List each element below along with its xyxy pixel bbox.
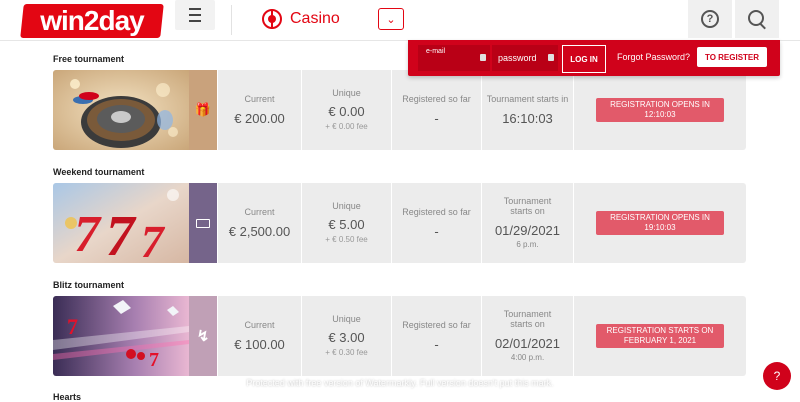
menu-button[interactable] xyxy=(175,0,215,30)
hamburger-icon xyxy=(189,6,201,24)
casino-nav[interactable]: Casino xyxy=(262,8,340,30)
blitz-thumbnail: 7 7 xyxy=(53,296,189,376)
search-button[interactable] xyxy=(735,0,779,38)
login-button[interactable]: LOG IN xyxy=(562,45,606,73)
tournament-badge: ↯ xyxy=(189,296,217,376)
unique-column: Unique € 0.00 + € 0.00 fee xyxy=(301,70,391,150)
tournament-card[interactable]: 7 7 ↯ Current € 100.00 Unique € 3.00 + €… xyxy=(53,296,746,376)
chat-button[interactable]: ? xyxy=(763,362,791,390)
forgot-password-link[interactable]: Forgot Password? xyxy=(617,52,690,62)
email-placeholder: e-mail xyxy=(426,48,446,55)
start-column: Tournament starts in 16:10:03 xyxy=(481,70,573,150)
tournament-card[interactable]: 7 7 7 Current € 2,500.00 Unique € 5.00 +… xyxy=(53,183,746,263)
registered-value: - xyxy=(434,111,439,126)
section-title: Free tournament xyxy=(53,54,125,64)
gift-icon: 🎁 xyxy=(194,102,212,117)
current-value: € 2,500.00 xyxy=(228,224,291,239)
current-prize-column: Current € 200.00 xyxy=(217,70,301,150)
start-column: Tournament starts on 01/29/2021 6 p.m. xyxy=(481,183,573,263)
login-panel: e-mail password LOG IN Forgot Password? … xyxy=(408,40,780,76)
unique-label: Unique xyxy=(332,314,361,324)
registered-label: Registered so far xyxy=(402,320,471,330)
registered-column: Registered so far - xyxy=(391,296,481,376)
unique-fee: + € 0.00 fee xyxy=(325,122,368,131)
registered-value: - xyxy=(434,337,439,352)
slot-777-thumbnail: 7 7 7 xyxy=(53,183,189,263)
unique-label: Unique xyxy=(332,201,361,211)
action-column: REGISTRATION OPENS IN 19:10:03 xyxy=(573,183,746,263)
password-field[interactable]: password xyxy=(492,45,558,71)
roulette-icon xyxy=(262,9,282,29)
casino-label: Casino xyxy=(290,10,340,27)
current-value: € 200.00 xyxy=(234,111,285,126)
start-label: Tournament starts in xyxy=(486,94,569,104)
unique-column: Unique € 3.00 + € 0.30 fee xyxy=(301,296,391,376)
registered-column: Registered so far - xyxy=(391,183,481,263)
current-label: Current xyxy=(244,94,275,104)
watermark-notice: Protected with free version of Watermark… xyxy=(246,378,554,388)
unique-fee: + € 0.50 fee xyxy=(325,235,368,244)
start-value: 02/01/2021 xyxy=(494,336,561,351)
unique-column: Unique € 5.00 + € 0.50 fee xyxy=(301,183,391,263)
key-icon xyxy=(548,54,554,61)
unique-value: € 5.00 xyxy=(328,217,365,232)
unique-value: € 3.00 xyxy=(328,330,365,345)
start-time: 4:00 p.m. xyxy=(510,353,545,362)
tournament-badge: 🎁 xyxy=(189,70,217,150)
help-icon: ? xyxy=(701,10,719,28)
registered-label: Registered so far xyxy=(402,207,471,217)
svg-text:7: 7 xyxy=(149,349,159,371)
current-prize-column: Current € 2,500.00 xyxy=(217,183,301,263)
chevron-down-icon: ⌄ xyxy=(386,13,396,26)
svg-text:7: 7 xyxy=(67,314,78,339)
register-button[interactable]: TO REGISTER xyxy=(697,47,767,67)
section-title: Weekend tournament xyxy=(53,167,145,177)
search-icon xyxy=(748,10,766,28)
unique-fee: + € 0.30 fee xyxy=(325,348,368,357)
current-label: Current xyxy=(244,320,275,330)
logo-text: win2day xyxy=(40,5,144,36)
registration-button[interactable]: REGISTRATION STARTS ON FEBRUARY 1, 2021 xyxy=(596,324,724,348)
registered-column: Registered so far - xyxy=(391,70,481,150)
field-icon xyxy=(480,54,486,61)
start-time: 6 p.m. xyxy=(516,240,539,249)
registration-button[interactable]: REGISTRATION OPENS IN 12:10:03 xyxy=(596,98,724,122)
casino-dropdown-button[interactable]: ⌄ xyxy=(378,8,404,30)
current-label: Current xyxy=(244,207,275,217)
section-title: Blitz tournament xyxy=(53,280,124,290)
email-field[interactable]: e-mail xyxy=(418,45,490,71)
unique-label: Unique xyxy=(332,88,361,98)
registration-button[interactable]: REGISTRATION OPENS IN 19:10:03 xyxy=(596,211,724,235)
win2day-logo[interactable]: win2day xyxy=(20,4,164,38)
top-header: win2day Casino ⌄ ? xyxy=(0,0,800,41)
start-column: Tournament starts on 02/01/2021 4:00 p.m… xyxy=(481,296,573,376)
start-value: 16:10:03 xyxy=(502,111,553,126)
roulette-thumbnail xyxy=(53,70,189,150)
lightning-icon: ↯ xyxy=(196,328,210,345)
tournament-card[interactable]: 🎁 Current € 200.00 Unique € 0.00 + € 0.0… xyxy=(53,70,746,150)
current-prize-column: Current € 100.00 xyxy=(217,296,301,376)
action-column: REGISTRATION OPENS IN 12:10:03 xyxy=(573,70,746,150)
cash-icon xyxy=(196,218,210,228)
section-title-hearts: Hearts xyxy=(53,392,82,402)
password-placeholder: password xyxy=(498,53,537,63)
unique-value: € 0.00 xyxy=(328,104,365,119)
start-value: 01/29/2021 xyxy=(494,223,561,238)
start-label: Tournament starts on xyxy=(503,196,552,216)
chat-icon: ? xyxy=(773,369,781,383)
current-value: € 100.00 xyxy=(234,337,285,352)
header-divider xyxy=(231,5,232,35)
action-column: REGISTRATION STARTS ON FEBRUARY 1, 2021 xyxy=(573,296,746,376)
help-button[interactable]: ? xyxy=(688,0,732,38)
registered-value: - xyxy=(434,224,439,239)
tournament-badge xyxy=(189,183,217,263)
start-label: Tournament starts on xyxy=(503,309,552,329)
registered-label: Registered so far xyxy=(402,94,471,104)
